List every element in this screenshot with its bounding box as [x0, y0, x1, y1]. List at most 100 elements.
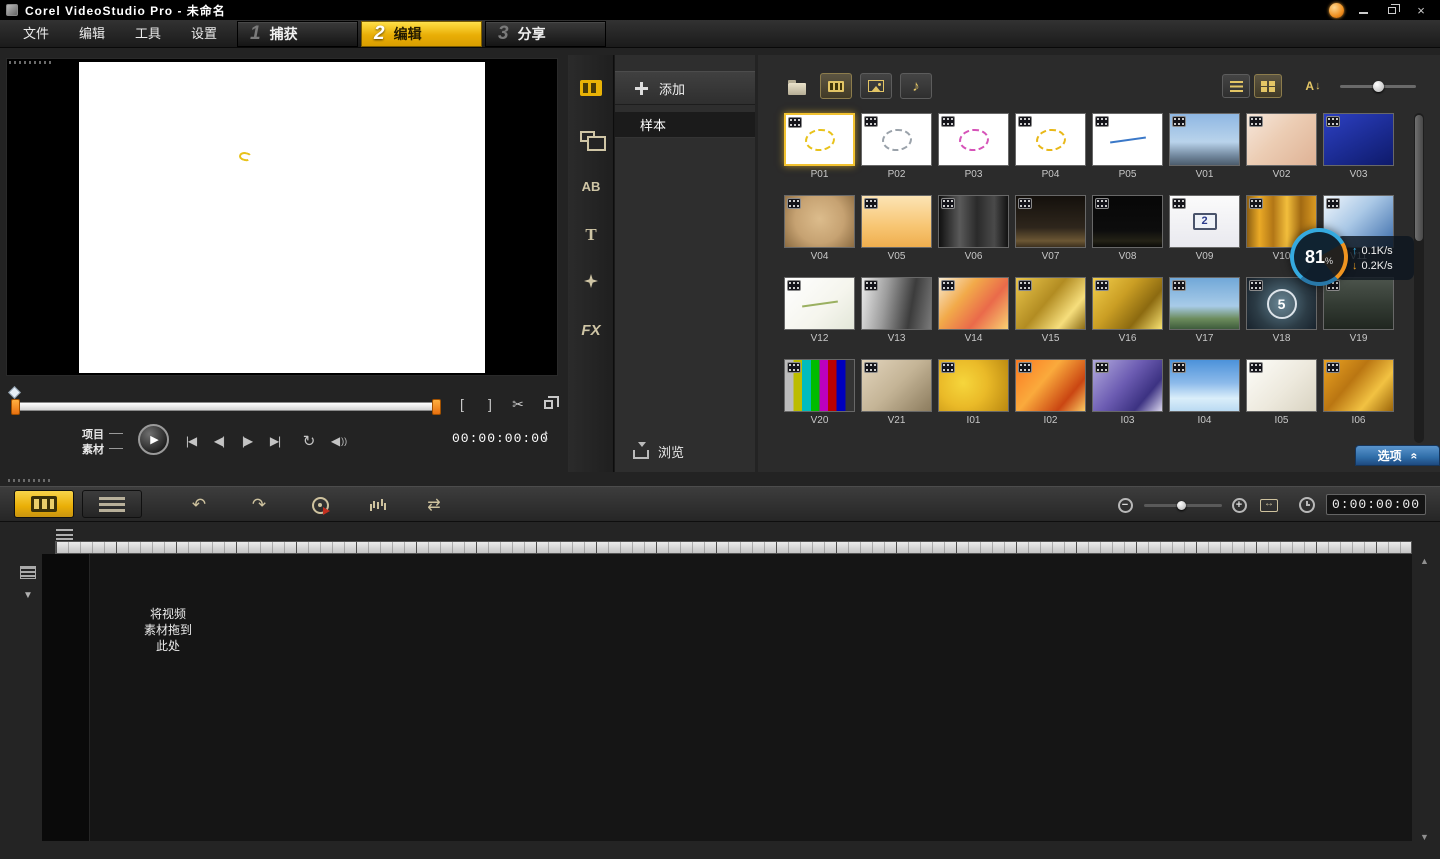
nav-text[interactable]: T [568, 215, 614, 255]
browse-button[interactable]: 浏览 [615, 437, 755, 465]
video-track-header[interactable] [42, 554, 90, 841]
go-end-button[interactable]: ▶| [262, 431, 288, 451]
menu-item[interactable]: 设置 [176, 20, 232, 48]
track-manager-icon[interactable] [20, 566, 36, 579]
step-tab[interactable]: 3 分享 [485, 21, 606, 47]
zoom-in-button[interactable]: + [1228, 491, 1250, 519]
library-item[interactable]: I05 [1245, 359, 1322, 441]
nav-filter[interactable]: FX [568, 310, 614, 350]
go-start-button[interactable]: |◀ [178, 431, 204, 451]
library-item-thumbnail[interactable] [861, 359, 932, 412]
timeline-view-button[interactable] [82, 490, 142, 518]
menu-item[interactable]: 文件 [8, 20, 64, 48]
library-item-thumbnail[interactable] [938, 195, 1009, 248]
library-item-thumbnail[interactable] [938, 359, 1009, 412]
close-button[interactable]: × [1411, 3, 1431, 18]
grid-view-button[interactable] [1254, 74, 1282, 98]
library-item[interactable]: V16 [1091, 277, 1168, 359]
snapshot-button[interactable] [536, 392, 560, 416]
library-item-thumbnail[interactable] [1015, 195, 1086, 248]
library-item[interactable]: V14 [937, 277, 1014, 359]
storyboard-view-button[interactable] [14, 490, 74, 518]
library-item-thumbnail[interactable] [784, 195, 855, 248]
undo-button[interactable]: ↶ [184, 491, 214, 519]
library-item[interactable]: V13 [860, 277, 937, 359]
library-item[interactable]: V12 [783, 277, 860, 359]
library-item[interactable]: I04 [1168, 359, 1245, 441]
fit-project-button[interactable] [1258, 491, 1280, 519]
library-item[interactable]: I06 [1322, 359, 1399, 441]
duration-button[interactable] [1296, 491, 1318, 519]
library-item-thumbnail[interactable] [1169, 277, 1240, 330]
nav-media[interactable] [568, 68, 614, 108]
library-item-thumbnail[interactable] [1169, 359, 1240, 412]
filter-photo-button[interactable] [860, 73, 892, 99]
library-item[interactable]: I02 [1014, 359, 1091, 441]
trim-track[interactable] [14, 402, 438, 411]
gallery-category-sample[interactable]: 样本 [615, 112, 755, 138]
library-item[interactable]: P02 [860, 113, 937, 195]
spin-down-icon[interactable]: ▼ [543, 438, 549, 444]
library-item[interactable]: V06 [937, 195, 1014, 277]
timecode-spinner[interactable]: ▲ ▼ [543, 430, 549, 444]
scroll-down-icon[interactable]: ▼ [1420, 832, 1429, 842]
nav-transition[interactable] [568, 118, 614, 158]
ripple-edit-button[interactable]: ⇄ [419, 491, 449, 519]
minimize-button[interactable] [1353, 3, 1373, 18]
clip-mode-label[interactable]: 素材 [82, 441, 104, 457]
filter-video-button[interactable] [820, 73, 852, 99]
slider-thumb[interactable] [1373, 81, 1384, 92]
menu-item[interactable]: 工具 [120, 20, 176, 48]
library-item-thumbnail[interactable] [861, 277, 932, 330]
library-item[interactable]: V04 [783, 195, 860, 277]
network-monitor-overlay[interactable]: ↑ 0.1K/s ↓ 0.2K/s 81 % [1290, 228, 1416, 288]
library-item[interactable]: P04 [1014, 113, 1091, 195]
library-item-thumbnail[interactable] [1092, 195, 1163, 248]
library-item-thumbnail[interactable] [861, 113, 932, 166]
library-item[interactable]: V07 [1014, 195, 1091, 277]
menu-item[interactable]: 编辑 [64, 20, 120, 48]
library-item-thumbnail[interactable] [1323, 113, 1394, 166]
redo-button[interactable]: ↷ [244, 491, 274, 519]
library-item-thumbnail[interactable] [938, 277, 1009, 330]
memory-percent-badge[interactable]: 81 % [1290, 228, 1348, 286]
video-track[interactable]: 将视频 素材拖到 此处 [90, 554, 1412, 841]
list-view-button[interactable] [1222, 74, 1250, 98]
track-menu-icon[interactable] [56, 529, 73, 540]
scrub-marker[interactable] [8, 386, 21, 399]
library-item-thumbnail[interactable] [1015, 113, 1086, 166]
mark-out-button[interactable]: ] [478, 392, 502, 416]
library-item[interactable]: V21 [860, 359, 937, 441]
library-item[interactable]: V05 [860, 195, 937, 277]
spin-up-icon[interactable]: ▲ [543, 430, 549, 436]
trim-start-handle[interactable] [11, 399, 20, 415]
mark-in-button[interactable]: [ [450, 392, 474, 416]
nav-title[interactable]: AB [568, 166, 614, 206]
library-item-thumbnail[interactable] [1092, 277, 1163, 330]
library-item[interactable]: 2 V09 [1168, 195, 1245, 277]
library-item[interactable]: V03 [1322, 113, 1399, 195]
step-tab[interactable]: 1 捕获 [237, 21, 358, 47]
library-item[interactable]: P01 [783, 113, 860, 195]
library-item[interactable]: V17 [1168, 277, 1245, 359]
trim-end-handle[interactable] [432, 399, 441, 415]
volume-button[interactable]: ◀ [326, 431, 352, 451]
library-item-thumbnail[interactable] [938, 113, 1009, 166]
preview-timecode[interactable]: 00:00:00:00 [452, 431, 540, 446]
library-item[interactable]: V19 [1322, 277, 1399, 359]
scroll-up-icon[interactable]: ▲ [1420, 556, 1429, 566]
nav-graphics[interactable] [568, 261, 614, 301]
library-item-thumbnail[interactable] [1015, 277, 1086, 330]
zoom-out-button[interactable]: − [1114, 491, 1136, 519]
library-item-thumbnail[interactable] [1092, 113, 1163, 166]
library-item-thumbnail[interactable] [1323, 359, 1394, 412]
library-item-thumbnail[interactable] [1246, 113, 1317, 166]
speed-ball-icon[interactable] [1329, 3, 1344, 18]
timeline-timecode[interactable]: 0:00:00:00 [1326, 494, 1426, 515]
library-item[interactable]: V08 [1091, 195, 1168, 277]
track-dropdown-icon[interactable]: ▼ [23, 590, 33, 601]
library-item[interactable]: P03 [937, 113, 1014, 195]
library-item-thumbnail[interactable] [1015, 359, 1086, 412]
thumbnail-size-slider[interactable] [1340, 85, 1416, 88]
library-item[interactable]: I03 [1091, 359, 1168, 441]
